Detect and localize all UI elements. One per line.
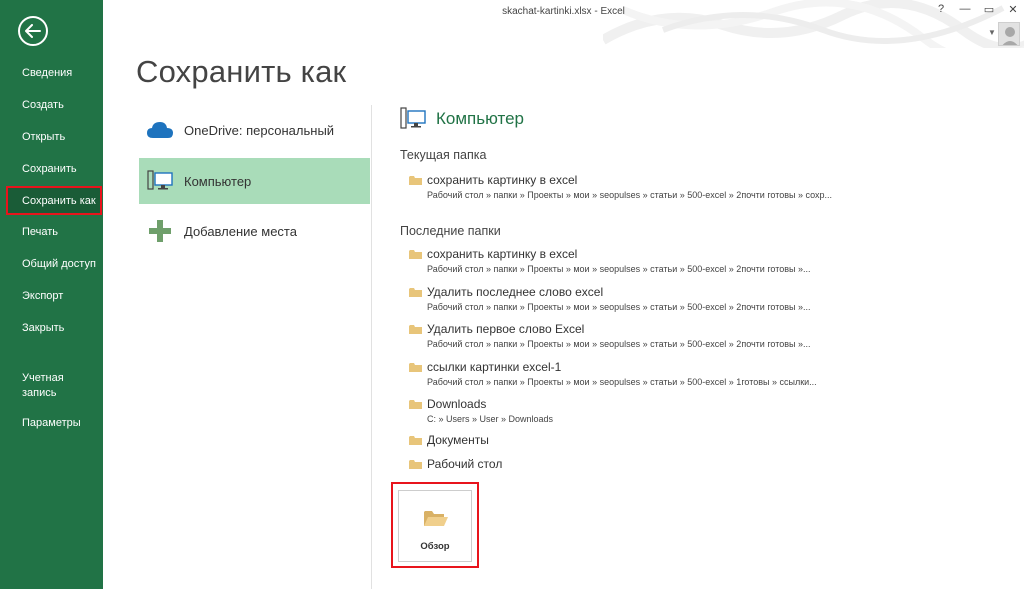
folder-icon (409, 249, 422, 259)
folder-item-current[interactable]: сохранить картинку в excel Рабочий стол … (409, 173, 832, 200)
nav-item-close[interactable]: Закрыть (22, 322, 64, 335)
minimize-button[interactable]: — (957, 3, 973, 15)
folder-item-recent[interactable]: Удалить первое слово Excel Рабочий стол … (409, 322, 811, 349)
computer-header: Компьютер (400, 107, 524, 131)
folder-path: Рабочий стол » папки » Проекты » мои » s… (427, 339, 811, 349)
place-add[interactable]: Добавление места (139, 208, 370, 254)
nav-item-print[interactable]: Печать (22, 226, 58, 239)
computer-title: Компьютер (436, 109, 524, 128)
nav-item-open[interactable]: Открыть (22, 131, 65, 144)
folder-name: ссылки картинки excel-1 (427, 360, 562, 374)
account-area[interactable]: ▼ (984, 22, 1020, 48)
back-button[interactable] (18, 16, 48, 46)
browse-button[interactable]: Обзор (398, 490, 472, 562)
folder-path: C: » Users » User » Downloads (427, 414, 554, 424)
folder-path: Рабочий стол » папки » Проекты » мои » s… (427, 264, 811, 274)
folder-icon (409, 435, 422, 445)
folder-name: Рабочий стол (427, 457, 503, 471)
help-button[interactable]: ? (933, 3, 949, 15)
folder-name: Удалить последнее слово excel (427, 285, 604, 299)
window-title: skachat-kartinki.xlsx - Excel (502, 6, 625, 17)
plus-icon (149, 220, 171, 242)
maximize-button[interactable]: ▭ (981, 3, 997, 16)
folder-icon (409, 175, 422, 185)
folder-icon (409, 362, 422, 372)
folder-item-recent[interactable]: Downloads C: » Users » User » Downloads (409, 397, 553, 424)
nav-item-save-as[interactable]: Сохранить как (6, 186, 102, 215)
folder-name: Downloads (427, 397, 487, 411)
nav-item-share[interactable]: Общий доступ (22, 258, 96, 271)
cloud-icon (147, 122, 173, 138)
nav-item-export[interactable]: Экспорт (22, 290, 63, 303)
computer-icon (147, 170, 173, 190)
folder-path: Рабочий стол » папки » Проекты » мои » s… (427, 190, 833, 200)
user-silhouette-icon (1002, 27, 1018, 45)
title-bar: skachat-kartinki.xlsx - Excel ? — ▭ ✕ ▼ (103, 0, 1024, 48)
folder-open-icon (424, 511, 448, 526)
folder-icon (409, 399, 422, 409)
backstage-nav: Сведения Создать Открыть Сохранить Сохра… (0, 0, 103, 589)
folder-path: Рабочий стол » папки » Проекты » мои » s… (427, 302, 811, 312)
place-label: Добавление места (184, 223, 297, 239)
pane-divider (371, 105, 372, 589)
back-arrow-icon (25, 24, 41, 38)
folder-item-recent[interactable]: Удалить последнее слово excel Рабочий ст… (409, 285, 811, 312)
place-computer[interactable]: Компьютер (139, 158, 370, 204)
account-caret-icon: ▼ (988, 28, 996, 37)
folder-icon (409, 287, 422, 297)
folder-item-recent[interactable]: Документы (409, 433, 489, 447)
folder-icon (409, 459, 422, 469)
folder-name: сохранить картинку в excel (427, 173, 578, 187)
page-title: Сохранить как (136, 54, 347, 89)
folder-item-recent[interactable]: сохранить картинку в excel Рабочий стол … (409, 247, 811, 274)
nav-item-save[interactable]: Сохранить (22, 163, 77, 176)
place-label: OneDrive: персональный (184, 122, 335, 138)
browse-highlight: Обзор (391, 482, 479, 568)
close-window-button[interactable]: ✕ (1005, 3, 1021, 16)
recent-folders-header: Последние папки (400, 224, 501, 238)
computer-icon (400, 107, 426, 129)
folder-name: сохранить картинку в excel (427, 247, 578, 261)
place-onedrive[interactable]: OneDrive: персональный (139, 107, 370, 153)
folder-item-recent[interactable]: Рабочий стол (409, 457, 502, 471)
folder-name: Документы (427, 433, 489, 447)
folder-item-recent[interactable]: ссылки картинки excel-1 Рабочий стол » п… (409, 360, 817, 387)
browse-label: Обзор (420, 541, 450, 552)
nav-item-account[interactable]: Учетная запись (22, 371, 92, 401)
nav-item-info[interactable]: Сведения (22, 67, 72, 80)
place-label: Компьютер (184, 173, 252, 189)
folder-path: Рабочий стол » папки » Проекты » мои » s… (427, 377, 817, 387)
folder-name: Удалить первое слово Excel (427, 322, 585, 336)
current-folder-header: Текущая папка (400, 148, 487, 162)
nav-item-options[interactable]: Параметры (22, 417, 81, 430)
avatar[interactable] (998, 22, 1020, 46)
folder-icon (409, 324, 422, 334)
nav-item-new[interactable]: Создать (22, 99, 64, 112)
